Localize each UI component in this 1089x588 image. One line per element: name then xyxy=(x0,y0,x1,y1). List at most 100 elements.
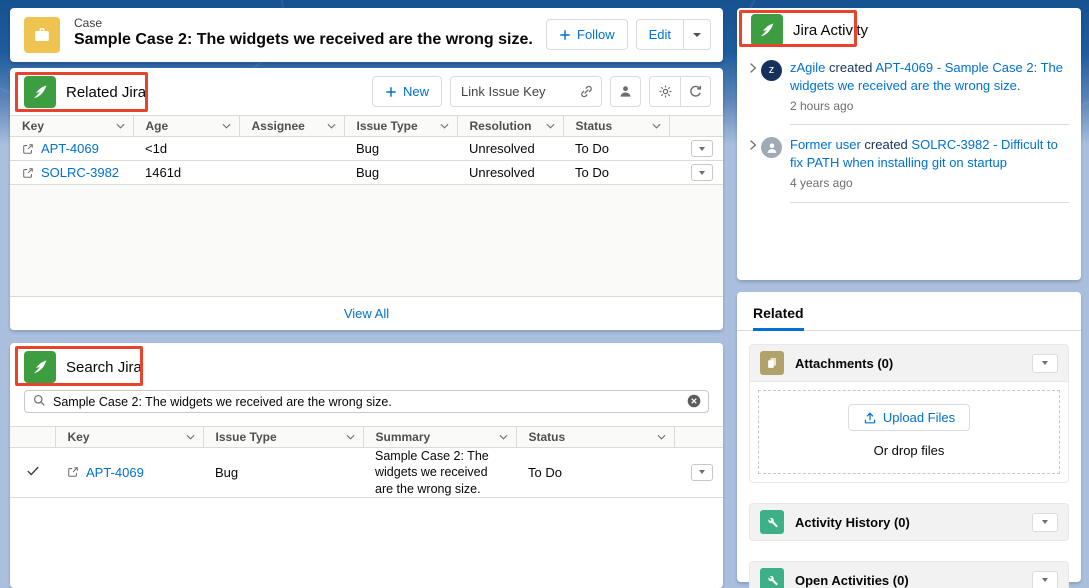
column-header-resolution[interactable]: Resolution xyxy=(457,116,563,137)
chevron-down-icon xyxy=(652,123,661,129)
jira-activity-panel: Jira Activity z zAgile created APT-4069 … xyxy=(737,8,1081,280)
chevron-right-icon[interactable] xyxy=(749,139,757,151)
resolution-cell: Unresolved xyxy=(457,137,563,161)
person-icon xyxy=(765,141,779,155)
caret-down-icon xyxy=(699,171,705,175)
open-activities-icon xyxy=(760,568,784,588)
related-jira-toolbar: New xyxy=(372,76,711,107)
new-label: New xyxy=(403,84,429,99)
table-row: SOLRC-3982 1461d Bug Unresolved To Do xyxy=(10,161,723,185)
status-cell: To Do xyxy=(516,448,674,498)
edit-dropdown-button[interactable] xyxy=(683,19,711,50)
chevron-right-icon[interactable] xyxy=(749,62,757,74)
empty-table-area xyxy=(10,185,723,296)
column-header-status[interactable]: Status xyxy=(516,427,674,448)
caret-down-icon xyxy=(1042,578,1048,582)
activity-item: z zAgile created APT-4069 - Sample Case … xyxy=(737,59,1081,125)
attachments-card: Attachments (0) Upload Files xyxy=(749,344,1069,483)
row-menu-button[interactable] xyxy=(691,464,713,481)
new-issue-button[interactable]: New xyxy=(372,76,442,107)
salesforce-case-page: Case Sample Case 2: The widgets we recei… xyxy=(0,0,1089,588)
age-cell: 1461d xyxy=(133,161,239,185)
age-cell: <1d xyxy=(133,137,239,161)
briefcase-glyph xyxy=(31,24,53,46)
activity-history-card: Activity History (0) xyxy=(749,503,1069,541)
entity-label: Case xyxy=(74,16,102,30)
issue-key-link[interactable]: APT-4069 xyxy=(41,141,99,156)
chevron-down-icon xyxy=(116,123,125,129)
column-header-summary[interactable]: Summary xyxy=(363,427,516,448)
open-activities-title: Open Activities (0) xyxy=(795,573,909,588)
table-row: APT-4069 Bug Sample Case 2: The widgets … xyxy=(10,448,723,498)
activity-history-menu-button[interactable] xyxy=(1032,513,1058,532)
upload-icon xyxy=(863,411,877,425)
jira-app-icon xyxy=(24,76,56,108)
row-menu-button[interactable] xyxy=(691,140,713,157)
jira-activity-header: Jira Activity xyxy=(737,8,1081,48)
search-jira-panel: Search Jira Key Issue Type Summary Statu… xyxy=(10,343,723,588)
follow-button[interactable]: Follow xyxy=(546,19,628,50)
attachments-card-header: Attachments (0) xyxy=(749,344,1069,382)
related-jira-title: Related Jira xyxy=(66,84,146,101)
wrench-glyph xyxy=(765,573,779,587)
issue-key-link[interactable]: APT-4069 xyxy=(86,465,144,480)
plus-icon xyxy=(385,86,397,98)
chevron-down-icon xyxy=(222,123,231,129)
column-header-age[interactable]: Age xyxy=(133,116,239,137)
activity-history-title: Activity History (0) xyxy=(795,515,910,530)
clear-search-icon[interactable] xyxy=(687,394,701,413)
search-input[interactable] xyxy=(24,390,709,413)
zagile-logo-glyph xyxy=(30,357,50,377)
column-header-issue-type[interactable]: Issue Type xyxy=(344,116,457,137)
link-issue-key-field xyxy=(450,76,602,107)
plus-icon xyxy=(559,29,571,41)
edit-button[interactable]: Edit xyxy=(636,19,683,50)
edit-button-group: Edit xyxy=(636,19,711,50)
open-activities-menu-button[interactable] xyxy=(1032,571,1058,588)
action-text: created xyxy=(829,60,872,75)
actor-link[interactable]: zAgile xyxy=(790,60,825,75)
zagile-logo-glyph xyxy=(30,82,50,102)
activity-item: Former user created SOLRC-3982 - Difficu… xyxy=(737,136,1081,202)
case-icon xyxy=(24,17,60,53)
caret-down-icon xyxy=(1042,361,1048,365)
upload-files-button[interactable]: Upload Files xyxy=(848,404,970,431)
caret-down-icon xyxy=(693,33,701,37)
column-header-key[interactable]: Key xyxy=(10,116,133,137)
attachments-menu-button[interactable] xyxy=(1032,354,1058,373)
view-all-link[interactable]: View All xyxy=(10,296,723,330)
avatar: z xyxy=(761,60,782,81)
tab-related[interactable]: Related xyxy=(753,305,804,330)
column-header-actions xyxy=(669,116,723,137)
refresh-button[interactable] xyxy=(680,76,711,107)
issue-type-cell: Bug xyxy=(344,137,457,161)
related-jira-table: Key Age Assignee Issue Type Resolution S… xyxy=(10,115,723,185)
chevron-down-icon xyxy=(499,434,508,440)
link-icon[interactable] xyxy=(579,84,594,104)
zagile-logo-glyph xyxy=(757,20,777,40)
table-header-row: Key Age Assignee Issue Type Resolution S… xyxy=(10,116,723,137)
page-title: Sample Case 2: The widgets we received a… xyxy=(74,31,533,49)
column-header-key[interactable]: Key xyxy=(55,427,203,448)
actor-link[interactable]: Former user xyxy=(790,137,861,152)
column-header-status[interactable]: Status xyxy=(563,116,669,137)
avatar xyxy=(761,137,782,158)
column-header-select xyxy=(10,427,55,448)
column-header-issue-type[interactable]: Issue Type xyxy=(203,427,363,448)
chevron-down-icon xyxy=(346,434,355,440)
row-menu-button[interactable] xyxy=(691,164,713,181)
case-actions: Follow Edit xyxy=(546,19,711,50)
timestamp: 2 hours ago xyxy=(790,98,1069,115)
settings-button[interactable] xyxy=(649,76,680,107)
related-tab-panel: Related Attachments (0) xyxy=(737,292,1081,582)
related-jira-panel: Related Jira New xyxy=(10,68,723,330)
assignee-cell xyxy=(239,161,344,185)
timestamp: 4 years ago xyxy=(790,175,1069,192)
chevron-down-icon xyxy=(186,434,195,440)
column-header-assignee[interactable]: Assignee xyxy=(239,116,344,137)
issue-key-link[interactable]: SOLRC-3982 xyxy=(41,165,119,180)
panel-utility-group xyxy=(649,76,711,107)
edit-label: Edit xyxy=(649,27,671,42)
linked-check-icon xyxy=(26,464,40,478)
assign-user-button[interactable] xyxy=(610,76,641,107)
